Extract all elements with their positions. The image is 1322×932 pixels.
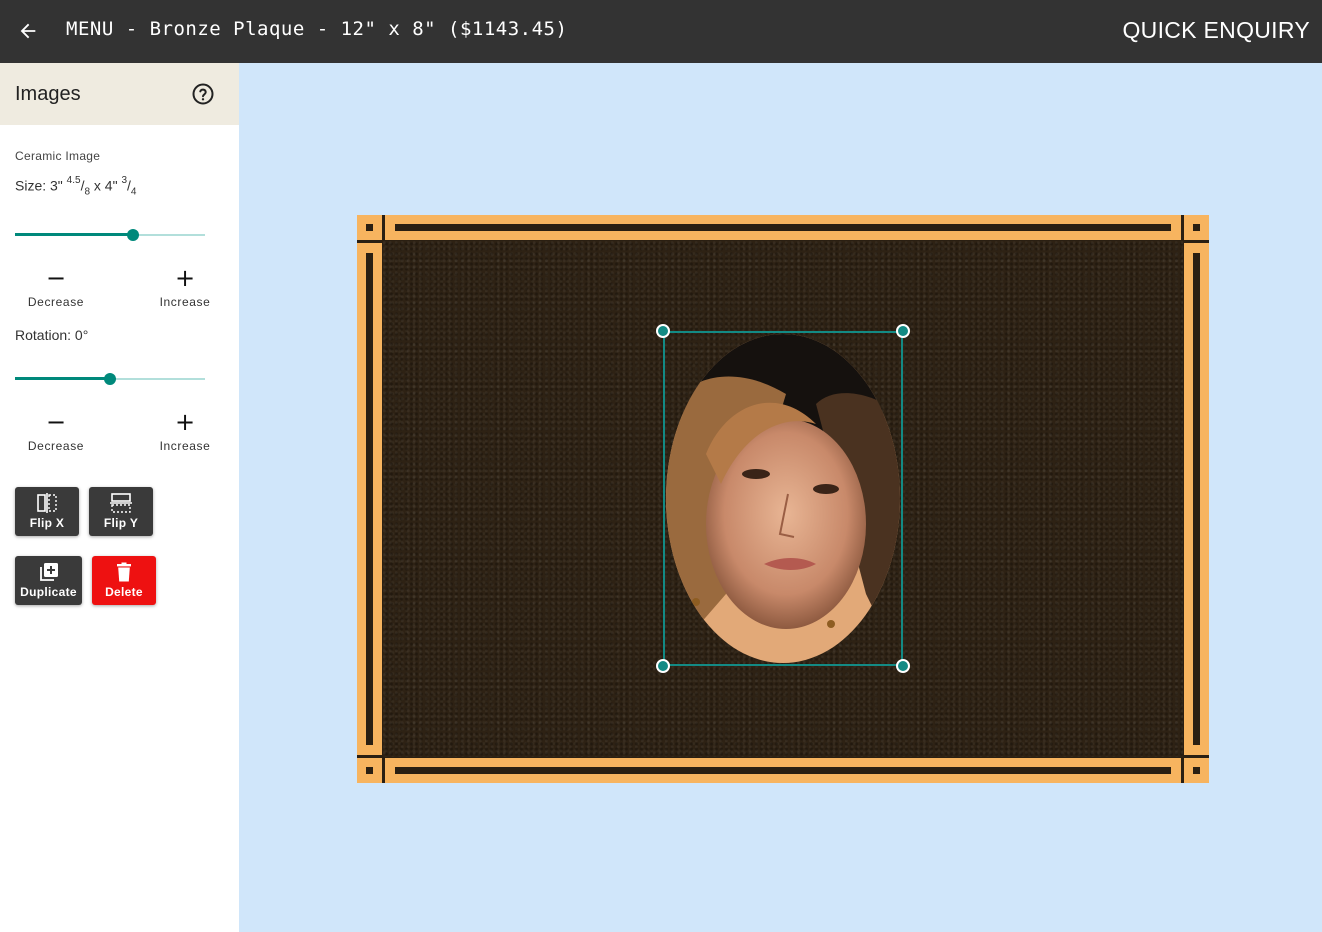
- back-button[interactable]: [14, 17, 42, 45]
- ceramic-image-selection[interactable]: [656, 324, 910, 673]
- flip-y-button[interactable]: Flip Y: [89, 487, 153, 536]
- page-title: MENU - Bronze Plaque - 12" x 8" ($1143.4…: [66, 18, 568, 40]
- rotation-slider-fill: [15, 377, 110, 380]
- flip-horizontal-icon: [37, 493, 57, 513]
- size-height-numerator: 3: [121, 175, 128, 186]
- trash-icon: [117, 562, 131, 582]
- size-height-denominator: 4: [130, 186, 137, 198]
- size-width-denominator: 8: [84, 186, 91, 198]
- size-decrease-label: Decrease: [27, 295, 85, 309]
- plaque-corner-mark: [366, 224, 373, 231]
- plus-icon: +: [174, 408, 196, 436]
- design-canvas[interactable]: [239, 63, 1322, 932]
- minus-icon: −: [45, 264, 67, 292]
- plaque-corner-mark: [1193, 224, 1200, 231]
- bronze-plaque: [357, 215, 1209, 783]
- top-bar: MENU - Bronze Plaque - 12" x 8" ($1143.4…: [0, 0, 1322, 63]
- size-slider[interactable]: [15, 229, 205, 241]
- resize-handle-top-left[interactable]: [656, 324, 670, 338]
- section-label: Ceramic Image: [15, 149, 101, 163]
- resize-handle-bottom-left[interactable]: [656, 659, 670, 673]
- size-prefix: Size: 3": [15, 177, 63, 194]
- plaque-inner-strip-bottom: [395, 767, 1171, 774]
- duplicate-button[interactable]: Duplicate: [15, 556, 82, 605]
- help-circle-icon[interactable]: [191, 82, 215, 106]
- rotation-decrease-button[interactable]: − Decrease: [14, 408, 98, 453]
- duplicate-icon: [39, 563, 58, 581]
- size-slider-fill: [15, 233, 133, 236]
- panel-header: Images: [0, 63, 239, 125]
- panel-title: Images: [15, 83, 81, 105]
- size-decrease-button[interactable]: − Decrease: [14, 264, 98, 309]
- rotation-slider-thumb[interactable]: [104, 373, 116, 385]
- rotation-increase-button[interactable]: + Increase: [143, 408, 227, 453]
- plaque-inner-strip-top: [395, 224, 1171, 231]
- arrow-left-icon: [20, 23, 36, 39]
- size-readout: Size: 3" 4.5/8 x 4" 3/4: [15, 175, 137, 198]
- duplicate-label: Duplicate: [20, 585, 77, 599]
- rotation-readout: Rotation: 0°: [15, 327, 89, 343]
- resize-handle-top-right[interactable]: [896, 324, 910, 338]
- size-width-numerator: 4.5: [66, 175, 81, 186]
- plaque-corner-mark: [1193, 767, 1200, 774]
- plaque-corner-mark: [366, 767, 373, 774]
- flip-x-label: Flip X: [29, 516, 65, 530]
- flip-x-button[interactable]: Flip X: [15, 487, 79, 536]
- rotation-slider[interactable]: [15, 373, 205, 385]
- size-separator: x 4": [93, 177, 118, 194]
- resize-handle-bottom-right[interactable]: [896, 659, 910, 673]
- rotation-increase-label: Increase: [159, 439, 211, 453]
- delete-label: Delete: [105, 585, 143, 599]
- plaque-inner-strip-right: [1193, 253, 1200, 745]
- delete-button[interactable]: Delete: [92, 556, 156, 605]
- size-slider-thumb[interactable]: [126, 229, 139, 241]
- flip-vertical-icon: [110, 493, 132, 513]
- size-increase-label: Increase: [159, 295, 211, 309]
- size-increase-button[interactable]: + Increase: [143, 264, 227, 309]
- minus-icon: −: [45, 408, 67, 436]
- ceramic-portrait-image[interactable]: [666, 334, 900, 663]
- sidebar-panel: Images Ceramic Image Size: 3" 4.5/8 x 4"…: [0, 63, 239, 932]
- flip-y-label: Flip Y: [103, 516, 139, 530]
- plaque-inner-strip-left: [366, 253, 373, 745]
- rotation-decrease-label: Decrease: [27, 439, 85, 453]
- quick-enquiry-button[interactable]: QUICK ENQUIRY: [1122, 17, 1310, 44]
- plus-icon: +: [174, 264, 196, 292]
